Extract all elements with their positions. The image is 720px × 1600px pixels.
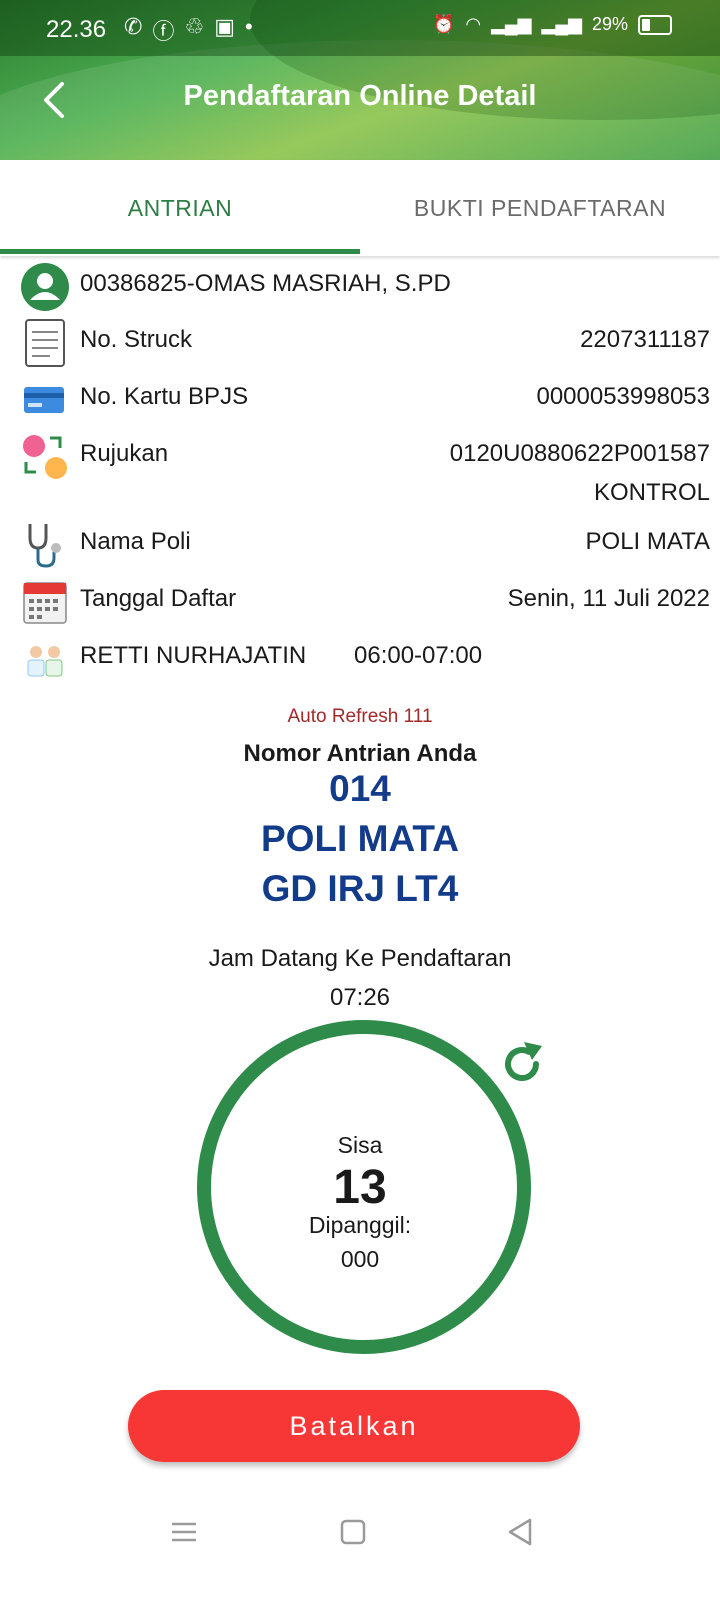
card-icon	[24, 387, 64, 413]
rujukan-label: Rujukan	[80, 440, 169, 467]
menu-icon[interactable]	[164, 1512, 204, 1552]
cancel-button[interactable]: Batalkan	[128, 1390, 580, 1462]
struck-label: No. Struck	[80, 326, 193, 353]
system-nav-bar	[0, 1490, 720, 1600]
tanggal-row: Tanggal Daftar Senin, 11 Juli 2022	[20, 577, 710, 624]
battery-percent: 29%	[591, 14, 628, 34]
stethoscope-icon	[28, 524, 61, 568]
app-header: 22.36 ✆ ⓕ ♲ ▣ • ⏰ ◠ ▂▄▆ ▂▄▆ 29% Pendafta…	[0, 0, 720, 160]
poli-label: Nama Poli	[80, 528, 191, 555]
doctor-row: RETTI NURHAJATIN 06:00-07:00	[20, 634, 710, 680]
active-tab-indicator	[0, 249, 360, 254]
dot-icon: •	[244, 14, 253, 39]
arrival-time-value: 07:26	[329, 984, 391, 1011]
doctors-icon	[27, 646, 63, 677]
called-value: 000	[340, 1246, 380, 1272]
battery-icon	[638, 14, 672, 35]
signal-icon: ▂▄▆	[491, 14, 532, 34]
rujukan-type: KONTROL	[593, 479, 710, 506]
receipt-icon	[25, 319, 65, 367]
referral-icon	[23, 435, 67, 479]
tanggal-value: Senin, 11 Juli 2022	[507, 585, 710, 612]
doctor-time: 06:00-07:00	[354, 642, 483, 669]
back-nav-icon[interactable]	[500, 1512, 540, 1552]
page-title: Pendaftaran Online Detail	[183, 80, 537, 112]
called-label: Dipanggil:	[308, 1212, 412, 1238]
bpjs-value: 0000053998053	[536, 383, 710, 410]
remaining-label: Sisa	[337, 1132, 383, 1158]
home-icon[interactable]	[333, 1512, 373, 1552]
rujukan-value: 0120U0880622P001587	[449, 440, 710, 467]
auto-refresh-label: Auto Refresh 111	[287, 706, 433, 727]
notification-icons: ✆ ⓕ ♲ ▣ •	[124, 14, 253, 46]
bpjs-row: No. Kartu BPJS 0000053998053	[20, 375, 710, 421]
sync-icon: ♲	[184, 14, 205, 39]
tab-bar: ANTRIAN BUKTI PENDAFTARAN	[0, 160, 720, 256]
patient-row: 00386825-OMAS MASRIAH, S.PD	[20, 262, 710, 311]
user-avatar-icon	[21, 263, 69, 311]
arrival-time-label: Jam Datang Ke Pendaftaran	[208, 945, 512, 972]
tanggal-label: Tanggal Daftar	[80, 585, 237, 612]
bpjs-label: No. Kartu BPJS	[80, 383, 249, 410]
struck-row: No. Struck 2207311187	[20, 318, 710, 367]
status-bar: 22.36 ✆ ⓕ ♲ ▣ • ⏰ ◠ ▂▄▆ ▂▄▆ 29%	[0, 0, 720, 56]
remaining-value: 13	[333, 1161, 387, 1214]
struck-value: 2207311187	[580, 326, 710, 353]
facebook-icon: ⓕ	[152, 19, 175, 44]
queue-poli: POLI MATA	[261, 818, 459, 859]
doctor-name: RETTI NURHAJATIN	[80, 642, 307, 669]
poli-row: Nama Poli POLI MATA	[20, 520, 710, 568]
queue-title: Nomor Antrian Anda	[243, 740, 477, 767]
whatsapp-icon: ✆	[124, 14, 143, 39]
status-time: 22.36	[46, 16, 107, 43]
queue-location: GD IRJ LT4	[261, 868, 459, 909]
tab-antrian[interactable]: ANTRIAN	[0, 160, 360, 256]
poli-value: POLI MATA	[585, 528, 710, 555]
wifi-icon: ◠	[465, 14, 482, 34]
rujukan-row: Rujukan 0120U0880622P001587 KONTROL	[20, 432, 710, 506]
patient-name: 00386825-OMAS MASRIAH, S.PD	[80, 270, 451, 297]
refresh-icon[interactable]	[498, 1040, 546, 1088]
app-notification-icon: ▣	[214, 14, 235, 39]
signal-icon: ▂▄▆	[541, 14, 582, 34]
system-icons: ⏰ ◠ ▂▄▆ ▂▄▆ 29%	[433, 14, 672, 35]
alarm-icon: ⏰	[432, 14, 456, 34]
tab-bukti-pendaftaran[interactable]: BUKTI PENDAFTARAN	[360, 160, 720, 256]
queue-number: 014	[329, 768, 391, 809]
calendar-icon	[23, 582, 67, 624]
